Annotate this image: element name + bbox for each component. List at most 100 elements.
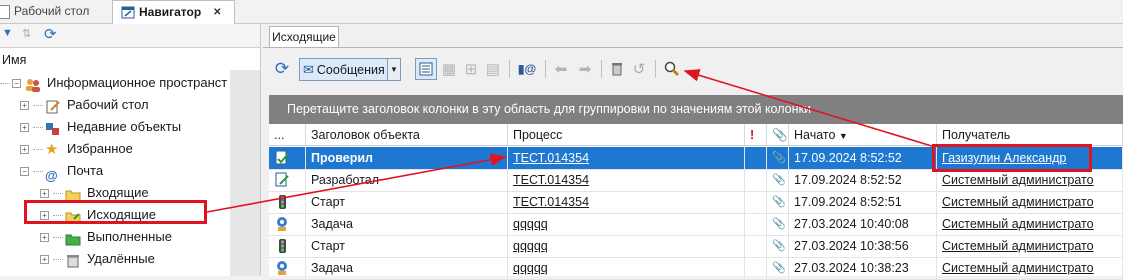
column-header-process[interactable]: Процесс [508,124,745,146]
process-value[interactable]: ТЕСТ.014354 [513,173,589,187]
delete-icon[interactable] [607,58,627,80]
table-row[interactable]: Задача qqqqq 📎 27.03.2024 10:38:23 Системный… [269,257,1123,280]
started-value: 27.03.2024 10:38:23 [794,261,909,275]
refresh-icon[interactable]: ⟳ [271,58,293,80]
title-value: Задача [311,261,353,275]
started-value: 17.09.2024 8:52:51 [794,195,902,209]
column-header-priority[interactable]: ! [745,124,767,146]
navigator-panel: ▼ ⇅ ⟳ Имя − Информационное пространст + Ра… [0,24,261,276]
process-value[interactable]: qqqqq [513,239,548,253]
tree-item-desktop[interactable]: + Рабочий стол [0,94,240,116]
cell-recipient[interactable]: Системный администрато [937,169,1123,191]
cell-process[interactable]: qqqqq [508,213,745,235]
table-row[interactable]: Старт qqqqq 📎 27.03.2024 10:38:56 Системный … [269,235,1123,258]
arrow-left-icon[interactable]: ⬅ [551,58,571,80]
filter-icon[interactable]: ⇅ [22,27,31,40]
recipient-value[interactable]: Системный администрато [942,261,1094,275]
cell-process[interactable]: ТЕСТ.014354 [508,191,745,213]
tree-item-deleted[interactable]: + Удалённые [0,248,240,270]
cell-recipient[interactable]: Системный администрато [937,213,1123,235]
cell-recipient[interactable]: Системный администрато [937,191,1123,213]
message-type-select[interactable]: ✉ Сообщения ▼ [299,58,401,81]
expand-icon[interactable]: + [40,255,49,265]
address-book-icon[interactable]: ▮@ [515,58,539,80]
expand-icon[interactable]: + [20,145,29,155]
tree-item-label: Выполненные [87,229,172,244]
cell-process[interactable]: qqqqq [508,235,745,257]
cell-title: Старт [306,191,508,213]
recipient-value[interactable]: Системный администрато [942,195,1094,209]
paperclip-icon: 📎 [767,147,789,169]
tab-desktop-label: Рабочий стол [14,4,90,18]
paperclip-icon: 📎 [772,128,788,142]
table-row[interactable]: Задача qqqqq 📎 27.03.2024 10:40:08 Системный… [269,213,1123,236]
sort-desc-icon: ▼ [838,131,848,141]
restore-icon[interactable]: ↺ [629,58,649,80]
list-view-icon[interactable] [415,58,437,80]
sort-icon[interactable]: ▼ [2,27,13,39]
cell-priority [745,213,767,235]
expand-icon[interactable]: + [40,233,49,243]
recipient-value[interactable]: Системный администрато [942,173,1094,187]
collapse-icon[interactable]: − [20,167,29,177]
grid-view-icon[interactable]: ▦ [439,58,459,80]
process-value[interactable]: ТЕСТ.014354 [513,151,589,165]
process-value[interactable]: qqqqq [513,261,548,275]
title-value: Старт [311,195,345,209]
tree-item-label: Избранное [67,141,133,156]
cell-started: 27.03.2024 10:38:56 [789,235,937,257]
expand-icon[interactable]: + [20,101,29,111]
arrow-right-icon[interactable]: ➡ [575,58,595,80]
table-row[interactable]: Разработал ТЕСТ.014354 📎 17.09.2024 8:52:52… [269,169,1123,192]
tree-item-info-space[interactable]: − Информационное пространст [0,72,240,94]
started-value: 17.09.2024 8:52:52 [794,151,902,165]
tree-item-label: Рабочий стол [67,97,149,112]
process-value[interactable]: ТЕСТ.014354 [513,195,589,209]
details-view-icon[interactable]: ▤ [483,58,503,80]
tab-outbox[interactable]: Исходящие [269,26,339,48]
message-type-value: Сообщения [316,62,385,77]
close-icon[interactable]: ✕ [213,1,221,24]
cell-priority [745,191,767,213]
expand-icon[interactable]: + [40,189,49,199]
tree-view-icon[interactable]: ⊞ [461,58,481,80]
cell-title: Проверил [306,147,508,169]
folder-tree: − Информационное пространст + Рабочий стол… [0,72,240,270]
group-by-area[interactable]: Перетащите заголовок колонки в эту облас… [269,95,1123,124]
column-header-attachment[interactable]: 📎 [767,124,789,146]
paperclip-icon: 📎 [767,235,789,257]
table-row[interactable]: Старт ТЕСТ.014354 📎 17.09.2024 8:52:51 Систе… [269,191,1123,214]
tree-item-mail[interactable]: − @ Почта [0,160,240,183]
process-value[interactable]: qqqqq [513,217,548,231]
tab-desktop[interactable]: Рабочий стол [0,0,97,23]
desktop-tab-icon [0,4,10,19]
recipient-value[interactable]: Системный администрато [942,217,1094,231]
tree-item-recent[interactable]: + Недавние объекты [0,116,240,138]
cell-title: Задача [306,213,508,235]
title-value: Разработал [311,173,380,187]
cell-process[interactable]: ТЕСТ.014354 [508,147,745,169]
tab-navigator[interactable]: Навигатор ✕ [112,0,235,24]
column-header-indicator[interactable]: ... [269,124,306,146]
cell-process[interactable]: ТЕСТ.014354 [508,169,745,191]
chevron-down-icon[interactable]: ▼ [387,59,400,80]
column-header-started[interactable]: Начато ▼ [789,124,937,146]
expand-icon[interactable]: + [20,123,29,133]
cell-priority [745,147,767,169]
cell-started: 17.09.2024 8:52:52 [789,169,937,191]
paperclip-icon: 📎 [767,169,789,191]
search-icon[interactable] [661,58,683,80]
tree-item-favorites[interactable]: + ★ Избранное [0,138,240,160]
refresh-icon[interactable]: ⟳ [44,25,57,43]
title-value: Задача [311,217,353,231]
annotation-highlight-outbox [24,200,207,224]
mail-at-icon: @ [45,167,58,183]
cell-started: 17.09.2024 8:52:52 [789,147,937,169]
recipient-value[interactable]: Системный администрато [942,239,1094,253]
column-header-title[interactable]: Заголовок объекта [306,124,508,146]
cell-recipient[interactable]: Системный администрато [937,235,1123,257]
paperclip-icon: 📎 [767,191,789,213]
tree-item-completed[interactable]: + Выполненные [0,226,240,248]
collapse-icon[interactable]: − [12,79,21,89]
column-header-recipient[interactable]: Получатель [937,124,1123,146]
